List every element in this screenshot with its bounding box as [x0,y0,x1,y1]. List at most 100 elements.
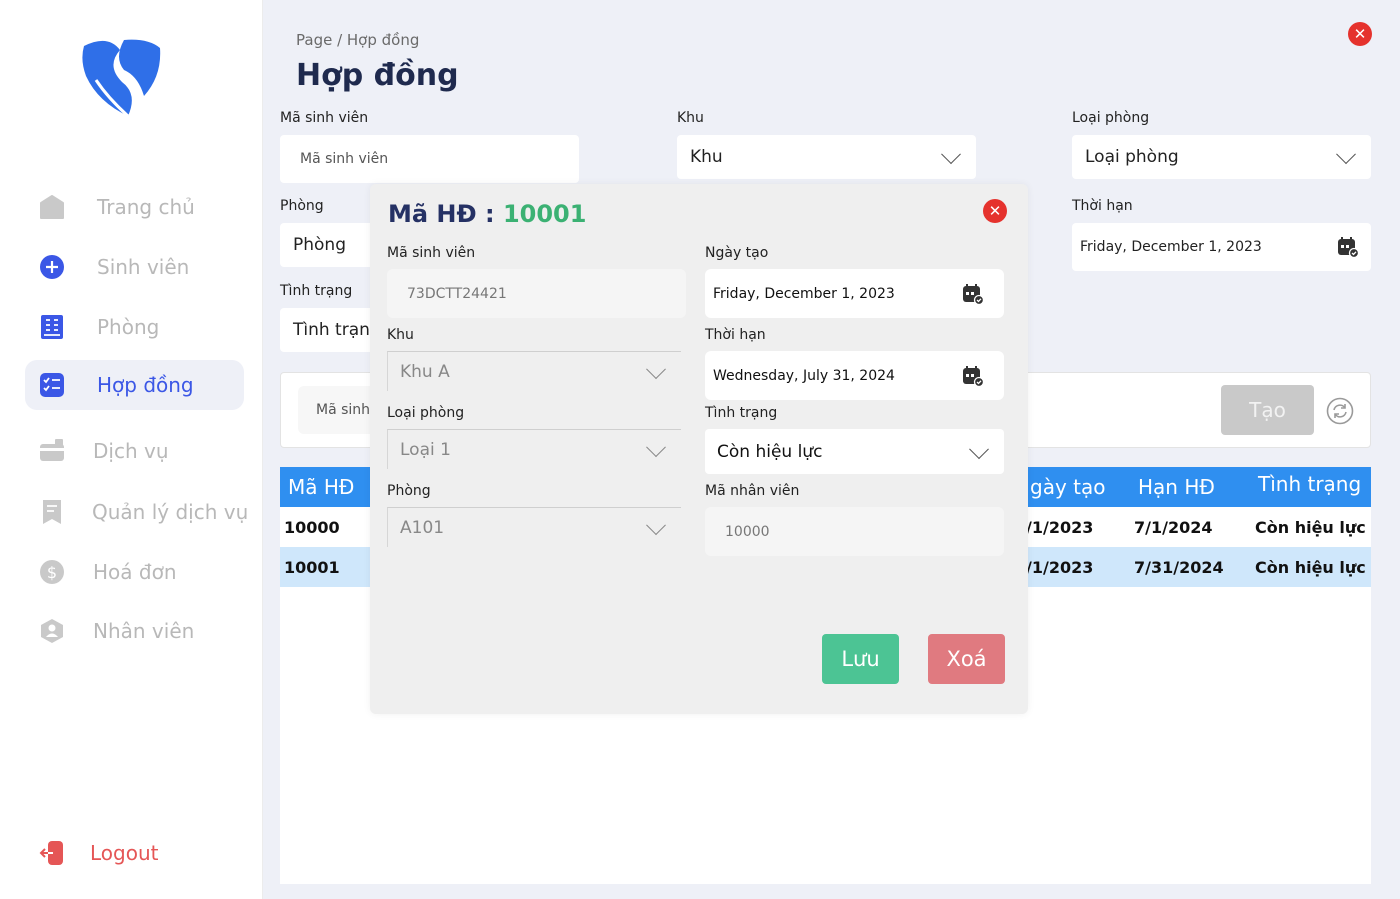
sidebar-item-label: Quản lý dịch vụ [92,500,249,524]
modal-created-date-value: Friday, December 1, 2023 [713,285,895,302]
cell-contract-id: 10001 [284,558,340,577]
filter-status-value: Tình trạng [293,320,381,340]
chevron-down-icon [1336,144,1356,165]
page-header: Page / Hợp đồng Hợp đồng ✕ [263,0,1400,100]
chevron-down-icon [646,358,666,379]
sidebar-item-home[interactable]: Trang chủ [25,182,244,232]
modal-term-label: Thời hạn [705,327,766,343]
sidebar-item-label: Nhân viên [93,619,195,643]
person-icon [39,618,65,644]
cell-contract-id: 10000 [284,518,340,537]
modal-status-label: Tình trạng [705,405,778,421]
filter-area-select[interactable]: Khu [677,135,976,179]
calendar-icon[interactable] [1337,236,1360,259]
sidebar: Trang chủ Sinh viên Phòng Hợp đồng Dịch … [0,0,263,899]
modal-contract-id: 10001 [502,200,587,228]
column-header-contract-id[interactable]: Mã HĐ [288,475,354,499]
filter-student-id-placeholder: Mã sinh viên [300,151,389,167]
modal-staff-id-label: Mã nhân viên [705,483,800,499]
logout-label: Logout [90,841,159,865]
modal-area-value: Khu A [400,361,450,382]
chevron-down-icon [969,438,989,459]
modal-area-select[interactable]: Khu A [387,351,681,391]
filter-status-label: Tình trạng [280,283,353,299]
modal-status-select[interactable]: Còn hiệu lực [705,429,1004,474]
close-icon: ✕ [1353,25,1367,43]
close-page-button[interactable]: ✕ [1348,22,1372,46]
column-header-status[interactable]: Tình trạng [1258,472,1361,496]
filter-room-value: Phòng [293,235,346,255]
sidebar-item-label: Dịch vụ [93,439,169,463]
modal-student-id-field[interactable]: 73DCTT24421 [387,269,686,318]
calendar-icon[interactable] [962,365,985,387]
refresh-icon[interactable] [1326,397,1354,425]
modal-room-type-label: Loại phòng [387,405,465,421]
sidebar-item-invoices[interactable]: $ Hoá đơn [25,547,244,597]
chevron-down-icon [646,436,666,457]
sidebar-item-rooms[interactable]: Phòng [25,302,244,352]
app-logo [78,36,162,120]
sidebar-item-services[interactable]: Dịch vụ [25,426,244,476]
modal-term-picker[interactable]: Wednesday, July 31, 2024 [705,351,1004,400]
filter-area-value: Khu [690,147,723,167]
modal-room-value: A101 [400,517,445,538]
sidebar-item-service-management[interactable]: Quản lý dịch vụ [25,487,248,537]
sidebar-item-students[interactable]: Sinh viên [25,242,244,292]
save-button[interactable]: Lưu [822,634,899,684]
delete-button[interactable]: Xoá [928,634,1005,684]
modal-status-value: Còn hiệu lực [717,441,823,462]
calendar-icon[interactable] [962,283,985,305]
building-icon [39,314,65,340]
breadcrumb: Page / Hợp đồng [296,31,420,49]
filter-room-type-label: Loại phòng [1072,110,1150,126]
chevron-down-icon [646,514,666,535]
modal-student-id-value: 73DCTT24421 [407,285,507,302]
cell-expiry: 7/1/2024 [1134,518,1213,537]
filter-term-datepicker[interactable]: Friday, December 1, 2023 [1072,223,1371,271]
close-icon: ✕ [988,202,1002,220]
modal-room-type-select[interactable]: Loại 1 [387,429,681,469]
create-button[interactable]: Tạo [1221,385,1314,435]
modal-room-select[interactable]: A101 [387,507,681,547]
filter-term-label: Thời hạn [1072,198,1133,214]
cell-status: Còn hiệu lực [1255,518,1366,537]
sidebar-item-label: Phòng [97,315,160,339]
filter-room-type-value: Loại phòng [1085,147,1179,167]
chevron-down-icon [941,144,961,165]
logout-icon [39,840,65,866]
filter-student-id-input[interactable]: Mã sinh viên [280,135,579,183]
search-placeholder: Mã sinh [316,402,371,418]
checklist-icon [39,372,65,398]
service-icon [39,438,65,464]
modal-student-id-label: Mã sinh viên [387,245,476,261]
filter-term-value: Friday, December 1, 2023 [1080,239,1262,255]
dollar-icon: $ [39,559,65,585]
filter-room-type-select[interactable]: Loại phòng [1072,135,1371,179]
plus-circle-icon [39,254,65,280]
cell-created-date: /1/2023 [1026,518,1094,537]
modal-staff-id-field[interactable]: 10000 [705,507,1004,556]
modal-close-button[interactable]: ✕ [983,199,1007,223]
logout-button[interactable]: Logout [25,828,244,878]
sidebar-item-label: Hợp đồng [97,373,194,397]
modal-room-label: Phòng [387,483,431,499]
sidebar-item-staff[interactable]: Nhân viên [25,606,244,656]
cell-expiry: 7/31/2024 [1134,558,1224,577]
filter-student-id-label: Mã sinh viên [280,110,369,126]
modal-title: Mã HĐ : 10001 [388,200,586,228]
home-icon [39,194,65,220]
filter-room-label: Phòng [280,198,324,214]
modal-created-date-picker[interactable]: Friday, December 1, 2023 [705,269,1004,318]
svg-text:$: $ [47,563,57,582]
column-header-created-date[interactable]: gày tạo [1030,475,1105,499]
cell-status: Còn hiệu lực [1255,558,1366,577]
modal-created-date-label: Ngày tạo [705,245,769,261]
cell-created-date: /1/2023 [1026,558,1094,577]
sidebar-item-label: Trang chủ [97,195,195,219]
receipt-icon [39,499,65,525]
modal-term-value: Wednesday, July 31, 2024 [713,367,895,384]
sidebar-item-contracts[interactable]: Hợp đồng [25,360,244,410]
modal-room-type-value: Loại 1 [400,439,451,460]
sidebar-item-label: Hoá đơn [93,560,177,584]
column-header-expiry[interactable]: Hạn HĐ [1138,475,1215,499]
